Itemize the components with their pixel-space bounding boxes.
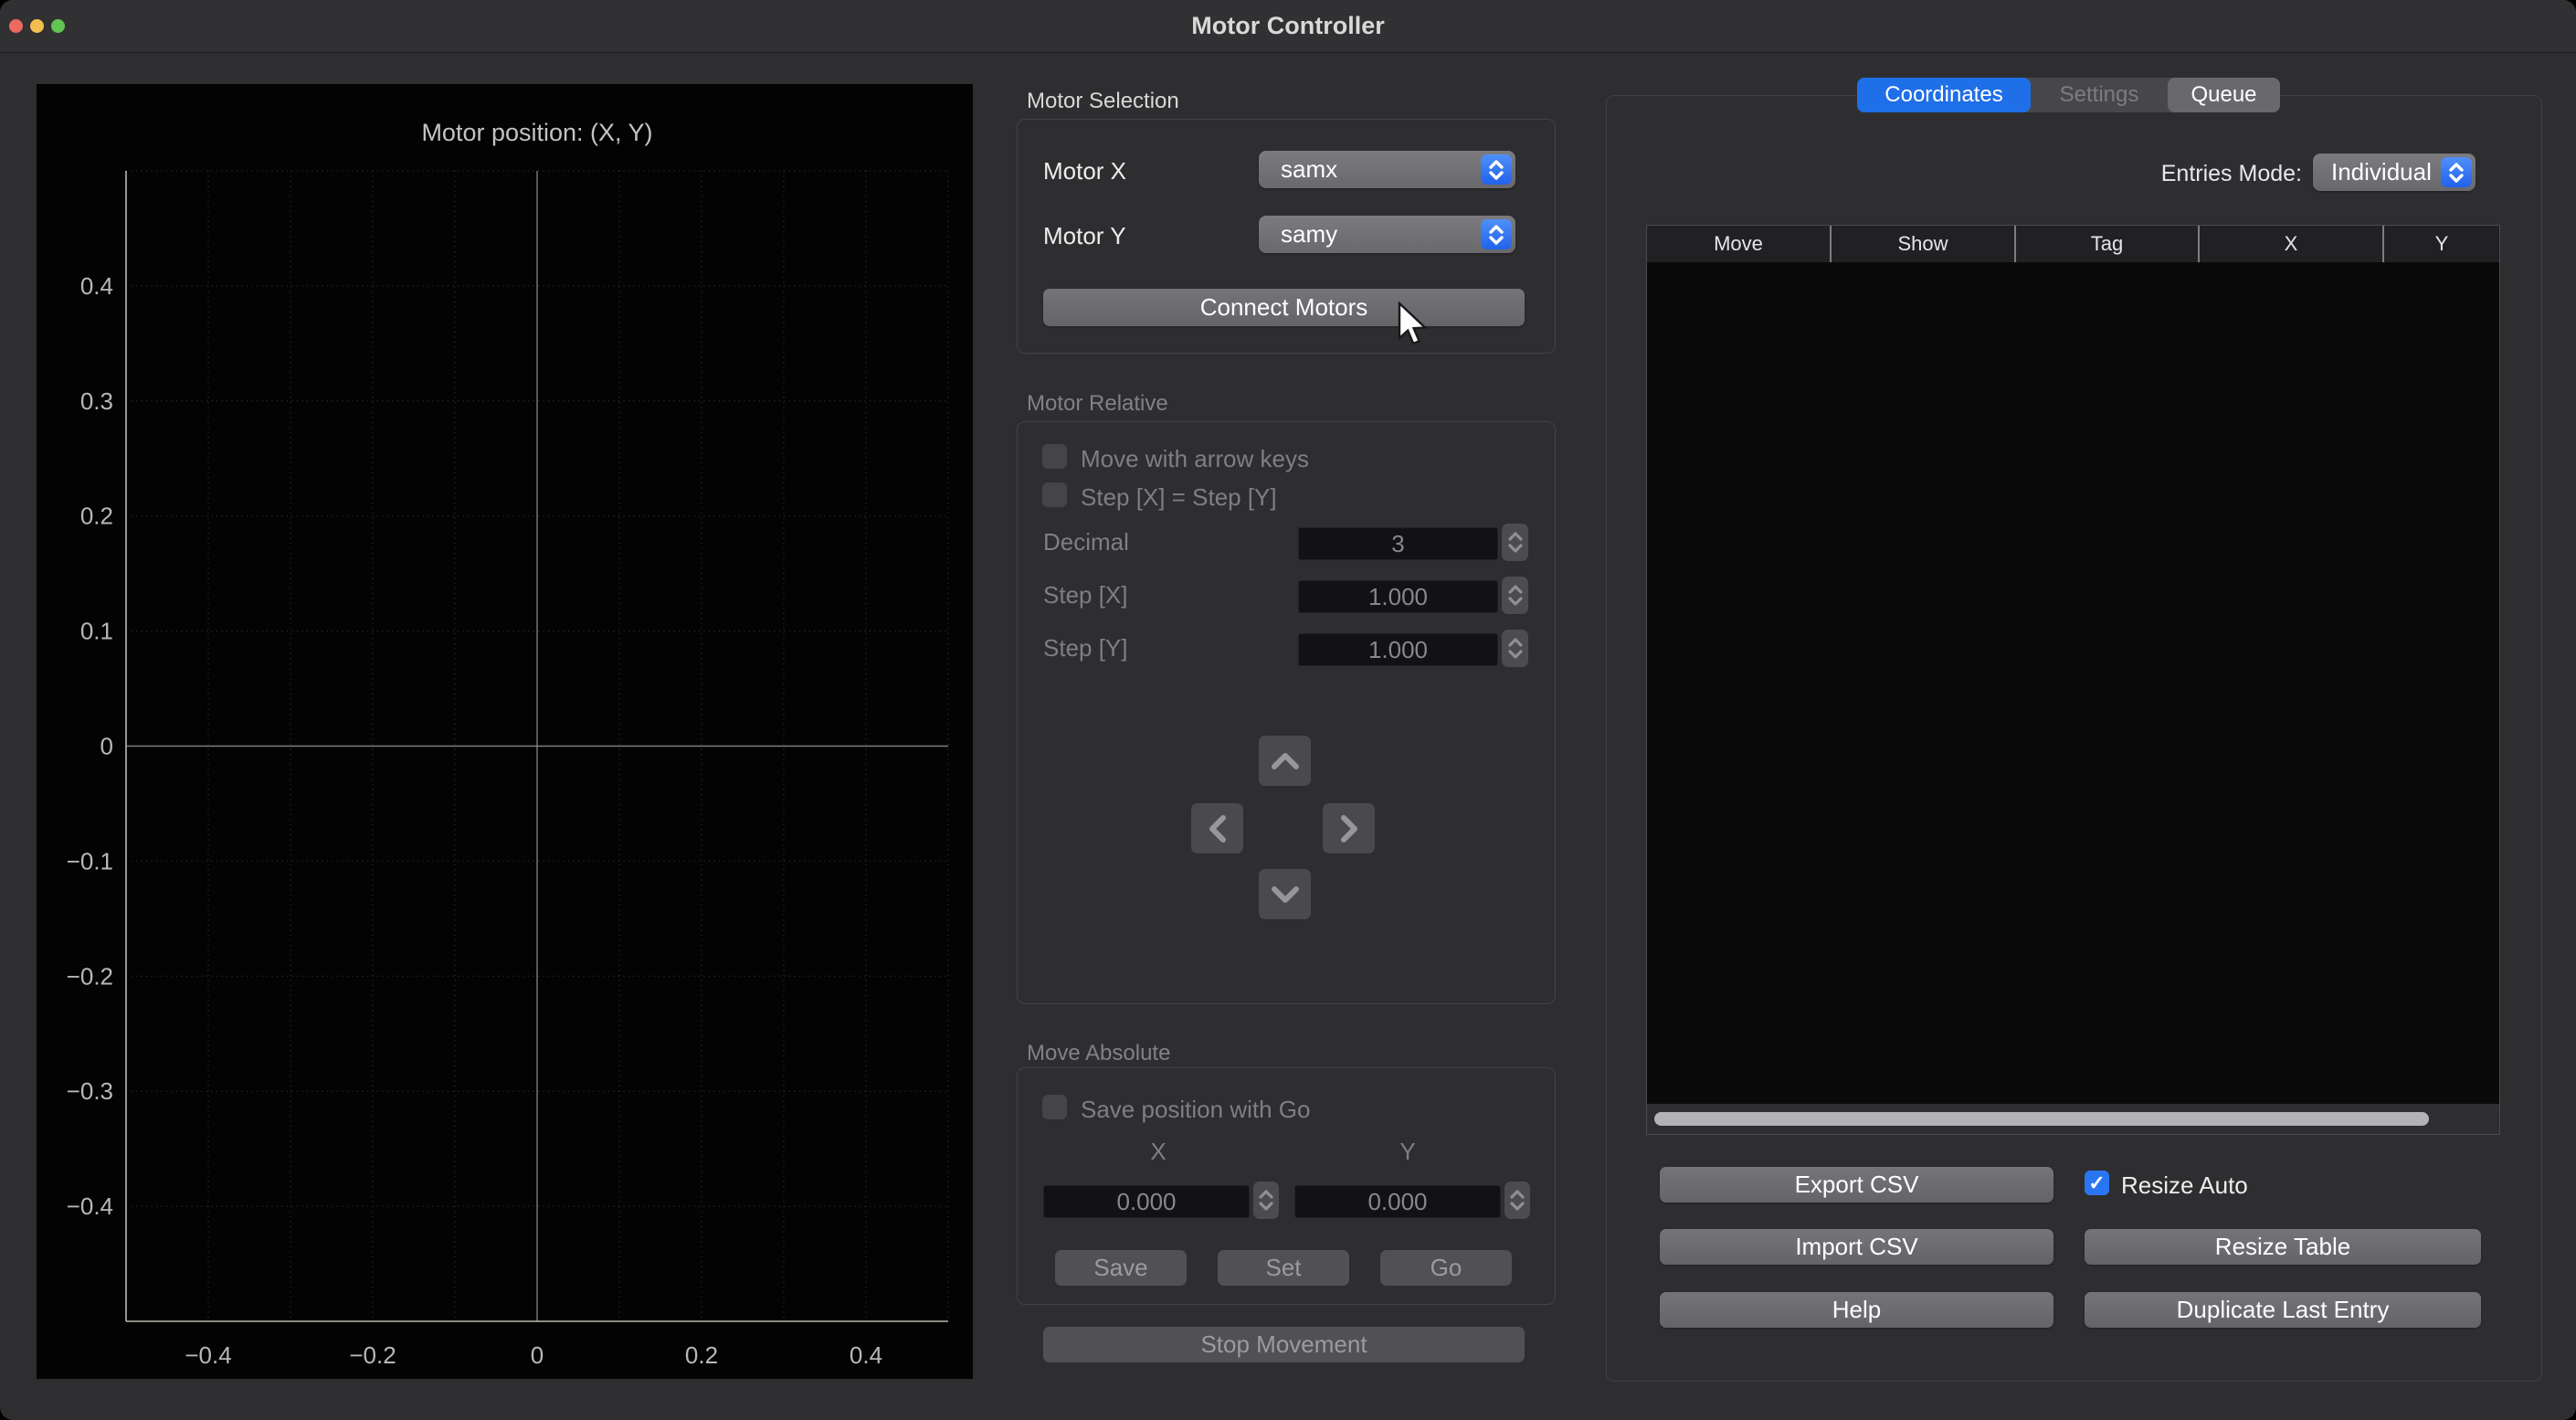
title-bar: Motor Controller [0, 0, 2576, 53]
move-absolute-title: Move Absolute [1027, 1041, 1170, 1066]
x-tick-label: −0.2 [349, 1341, 396, 1369]
coordinates-table: MoveShowTagXY [1646, 225, 2500, 1135]
app-window: Motor Controller −0.4 −0.2 0 0.2 0.4 0.4 0.3 0.… [0, 0, 2576, 1420]
tab-settings[interactable]: Settings [2031, 78, 2168, 112]
x-tick-label: 0.2 [685, 1341, 718, 1369]
entries-mode-label: Entries Mode: [2046, 161, 2302, 187]
arrow-up-icon [1267, 749, 1304, 773]
save-position-with-go-checkbox[interactable] [1042, 1095, 1067, 1119]
horizontal-scrollbar-thumb[interactable] [1654, 1112, 2429, 1126]
duplicate-last-entry-button[interactable]: Duplicate Last Entry [2085, 1292, 2481, 1328]
entries-mode-selected-value: Individual [2331, 154, 2432, 191]
step-x-input[interactable]: 1.000 [1298, 580, 1498, 613]
plot-title: Motor position: (X, Y) [421, 119, 652, 146]
resize-table-button[interactable]: Resize Table [2085, 1229, 2481, 1265]
mouse-cursor [1396, 302, 1432, 349]
absolute-y-input[interactable]: 0.000 [1294, 1185, 1501, 1218]
connect-motors-button[interactable]: Connect Motors [1043, 289, 1525, 326]
y-tick-label: 0 [100, 733, 113, 760]
resize-auto-checkbox[interactable] [2085, 1171, 2109, 1195]
motor-x-label: Motor X [1043, 157, 1126, 185]
absolute-y-stepper[interactable] [1504, 1182, 1530, 1219]
set-button[interactable]: Set [1218, 1250, 1349, 1286]
column-header-move[interactable]: Move [1647, 226, 1830, 262]
motor-y-select[interactable]: samy [1259, 216, 1515, 253]
horizontal-scrollbar[interactable] [1647, 1104, 2499, 1134]
go-button[interactable]: Go [1380, 1250, 1512, 1286]
absolute-y-header: Y [1353, 1138, 1462, 1166]
updown-chevrons-icon [1481, 219, 1512, 249]
updown-chevrons-icon [2441, 157, 2472, 187]
motor-position-plot: −0.4 −0.2 0 0.2 0.4 0.4 0.3 0.2 0.1 0 −0.1 −0.2 −0.3… [37, 84, 973, 1379]
table-header-row: MoveShowTagXY [1647, 226, 2499, 263]
step-x-stepper[interactable] [1502, 577, 1528, 614]
move-down-button[interactable] [1259, 869, 1311, 919]
export-csv-button[interactable]: Export CSV [1660, 1167, 2053, 1203]
motor-x-selected-value: samx [1281, 151, 1337, 188]
absolute-x-stepper[interactable] [1253, 1182, 1279, 1219]
motor-relative-title: Motor Relative [1027, 391, 1168, 417]
move-right-button[interactable] [1323, 803, 1375, 853]
y-tick-label: 0.3 [80, 387, 113, 415]
move-with-arrow-keys-checkbox[interactable] [1042, 444, 1067, 469]
motor-x-select[interactable]: samx [1259, 151, 1515, 188]
column-header-x[interactable]: X [2198, 226, 2382, 262]
step-y-label: Step [Y] [1043, 634, 1128, 662]
plot-canvas: −0.4 −0.2 0 0.2 0.4 0.4 0.3 0.2 0.1 0 −0.1 −0.2 −0.3… [37, 84, 973, 1379]
import-csv-button[interactable]: Import CSV [1660, 1229, 2053, 1265]
arrow-right-icon [1337, 811, 1361, 847]
table-body[interactable] [1647, 262, 2499, 1104]
motor-y-selected-value: samy [1281, 216, 1337, 253]
column-header-y[interactable]: Y [2382, 226, 2499, 262]
save-position-with-go-label: Save position with Go [1081, 1096, 1310, 1124]
step-equal-checkbox[interactable] [1042, 482, 1067, 507]
y-tick-label: 0.4 [80, 272, 113, 300]
updown-chevrons-icon [1481, 154, 1512, 185]
decimal-stepper[interactable] [1502, 524, 1528, 561]
tab-coordinates[interactable]: Coordinates [1857, 78, 2031, 112]
tab-queue[interactable]: Queue [2168, 78, 2280, 112]
y-tick-label: −0.4 [67, 1192, 113, 1220]
resize-auto-label: Resize Auto [2121, 1171, 2248, 1200]
entries-mode-select[interactable]: Individual [2313, 154, 2476, 191]
motor-selection-title: Motor Selection [1027, 89, 1179, 114]
step-y-stepper[interactable] [1502, 630, 1528, 667]
y-tick-label: −0.1 [67, 847, 113, 874]
decimal-input[interactable]: 3 [1298, 527, 1498, 560]
absolute-x-input[interactable]: 0.000 [1043, 1185, 1250, 1218]
window-title: Motor Controller [0, 0, 2576, 52]
y-tick-label: 0.2 [80, 503, 113, 530]
step-y-input[interactable]: 1.000 [1298, 633, 1498, 666]
column-header-show[interactable]: Show [1830, 226, 2014, 262]
move-up-button[interactable] [1259, 736, 1311, 786]
move-left-button[interactable] [1191, 803, 1243, 853]
help-button[interactable]: Help [1660, 1292, 2053, 1328]
save-button[interactable]: Save [1055, 1250, 1187, 1286]
y-tick-label: 0.1 [80, 618, 113, 645]
decimal-label: Decimal [1043, 528, 1129, 556]
x-tick-label: 0.4 [850, 1341, 882, 1369]
x-tick-label: −0.4 [185, 1341, 231, 1369]
x-tick-label: 0 [531, 1341, 544, 1369]
arrow-down-icon [1267, 883, 1304, 906]
step-x-label: Step [X] [1043, 581, 1128, 609]
arrow-left-icon [1206, 811, 1230, 847]
y-tick-label: −0.2 [67, 962, 113, 990]
column-header-tag[interactable]: Tag [2014, 226, 2198, 262]
absolute-x-header: X [1103, 1138, 1213, 1166]
stop-movement-button[interactable]: Stop Movement [1043, 1327, 1525, 1362]
step-equal-label: Step [X] = Step [Y] [1081, 483, 1277, 512]
y-tick-label: −0.3 [67, 1077, 113, 1105]
move-with-arrow-keys-label: Move with arrow keys [1081, 445, 1309, 473]
motor-y-label: Motor Y [1043, 222, 1126, 250]
